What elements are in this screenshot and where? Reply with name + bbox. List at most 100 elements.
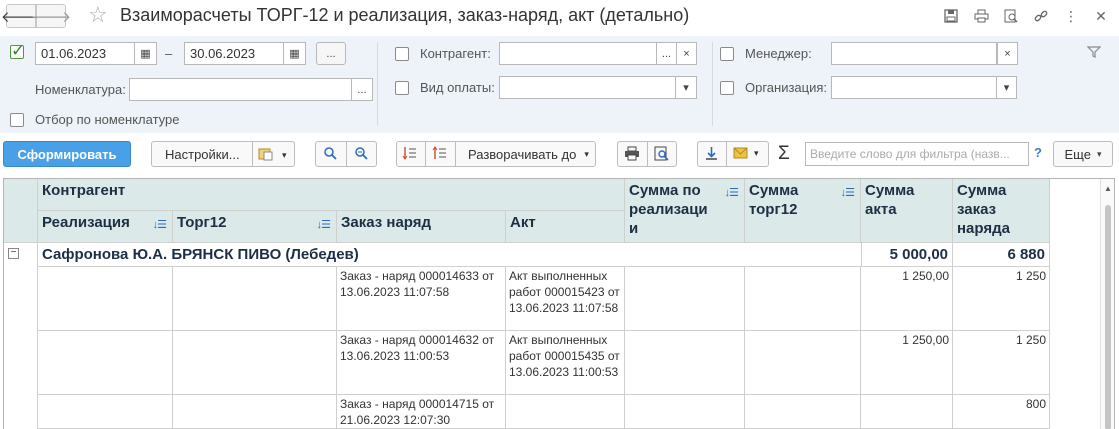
header-summa-realizacii[interactable]: Сумма по реализаци и ↓☰ xyxy=(625,179,745,243)
window-title: Взаиморасчеты ТОРГ-12 и реализация, зака… xyxy=(120,5,690,25)
row-1-realizaciya[interactable] xyxy=(38,267,173,331)
header-realizaciya[interactable]: Реализация ↓☰ xyxy=(38,211,173,243)
kontragent-checkbox[interactable] xyxy=(395,47,409,61)
kontragent-field[interactable] xyxy=(499,42,657,65)
filter-panel: 01.06.2023 ▦ – 30.06.2023 ▦ ... Номенкла… xyxy=(0,36,1119,133)
row-3-torg12[interactable] xyxy=(173,395,337,429)
header-zakaz-naryad[interactable]: Заказ наряд xyxy=(337,211,506,243)
filter-separator xyxy=(712,42,713,126)
row-2-summa-akta: 1 250,00 xyxy=(861,331,953,395)
row-1-torg12[interactable] xyxy=(173,267,337,331)
row-3-zakaz-naryad[interactable]: Заказ - наряд 000014715 от 21.06.2023 12… xyxy=(337,395,506,429)
row-1-zakaz-naryad[interactable]: Заказ - наряд 000014633 от 13.06.2023 11… xyxy=(337,267,506,331)
folder-icon xyxy=(258,146,274,164)
header-summa-akta[interactable]: Сумма акта xyxy=(861,179,953,243)
row-2-summa-realizacii xyxy=(625,331,745,395)
toolbar-separator xyxy=(252,141,253,167)
favorite-star-icon[interactable]: ☆ xyxy=(88,2,108,28)
row-2-akt[interactable]: Акт выполненных работ 000015435 от 13.06… xyxy=(506,331,625,395)
scroll-thumb[interactable] xyxy=(1105,205,1111,429)
row-2-torg12[interactable] xyxy=(173,331,337,395)
send-email-button[interactable]: ▾ xyxy=(733,147,759,159)
kontragent-select-button[interactable]: ... xyxy=(656,42,677,65)
find-button[interactable] xyxy=(323,146,337,163)
chevron-down-icon: ▾ xyxy=(1096,148,1102,159)
variant-menu-button[interactable]: ▾ xyxy=(258,146,287,164)
row-1-summa-realizacii xyxy=(625,267,745,331)
help-button[interactable]: ? xyxy=(1034,145,1042,160)
filter-separator xyxy=(377,42,378,126)
chevron-down-icon: ▾ xyxy=(683,82,689,94)
expand-to-label: Разворачивать до xyxy=(468,147,577,162)
row-1-akt[interactable]: Акт выполненных работ 000015423 от 13.06… xyxy=(506,267,625,331)
search-input[interactable]: Введите слово для фильтра (назв... xyxy=(805,142,1029,166)
date-from-field[interactable]: 01.06.2023 xyxy=(35,42,135,65)
nomenclature-field[interactable] xyxy=(129,78,352,101)
date-to-calendar-button[interactable]: ▦ xyxy=(283,42,306,65)
payment-type-dropdown-button[interactable]: ▾ xyxy=(675,76,697,99)
manager-checkbox[interactable] xyxy=(720,47,734,61)
kontragent-clear-button[interactable]: × xyxy=(676,42,697,65)
header-akt[interactable]: Акт xyxy=(506,211,625,243)
header-torg12[interactable]: Торг12 ↓☰ xyxy=(173,211,337,243)
sort-desc-icon: ↓☰ xyxy=(152,219,167,231)
preview-icon[interactable] xyxy=(1001,6,1021,26)
scroll-up-icon[interactable]: ▲ xyxy=(1104,184,1112,193)
collapse-group-toggle[interactable]: − xyxy=(8,248,19,259)
expand-all-button[interactable] xyxy=(432,145,448,164)
row-3-realizaciya[interactable] xyxy=(38,395,173,429)
print-icon xyxy=(625,146,639,161)
generate-button[interactable]: Сформировать xyxy=(3,141,131,167)
nomenclature-label: Номенклатура: xyxy=(35,82,126,97)
manager-label: Менеджер: xyxy=(745,46,812,61)
calendar-icon: ▦ xyxy=(289,48,300,60)
date-to-field[interactable]: 30.06.2023 xyxy=(184,42,284,65)
date-from-calendar-button[interactable]: ▦ xyxy=(134,42,157,65)
manager-clear-button[interactable]: × xyxy=(997,42,1018,65)
close-icon[interactable]: ✕ xyxy=(1091,6,1111,26)
row-3-summa-zakaz-naryada: 800 xyxy=(953,395,1050,429)
more-vertical-icon[interactable]: ⋮ xyxy=(1061,6,1081,26)
more-button[interactable]: Еще ▾ xyxy=(1053,141,1113,167)
organization-label: Организация: xyxy=(745,80,828,95)
save-icon[interactable] xyxy=(941,6,961,26)
organization-field[interactable] xyxy=(831,76,997,99)
nomenclature-select-button[interactable]: ... xyxy=(351,78,373,101)
chevron-down-icon: ▾ xyxy=(584,149,589,159)
find-reset-button[interactable] xyxy=(354,146,368,163)
header-kontragent[interactable]: Контрагент xyxy=(38,179,625,211)
print-icon[interactable] xyxy=(971,6,991,26)
print-button[interactable] xyxy=(624,146,640,164)
nomenclature-filter-checkbox[interactable] xyxy=(10,113,24,127)
save-to-file-button[interactable] xyxy=(704,146,719,164)
row-3-akt[interactable] xyxy=(506,395,625,429)
period-checkbox[interactable] xyxy=(10,41,25,61)
row-2-realizaciya[interactable] xyxy=(38,331,173,395)
header-tree-column xyxy=(4,179,38,243)
expand-to-button[interactable]: Разворачивать до ▾ xyxy=(468,147,589,162)
forward-button[interactable]: 🡒 xyxy=(31,4,71,28)
link-icon[interactable] xyxy=(1031,6,1051,26)
header-label: Сумма торг12 xyxy=(749,182,799,218)
row-1-summa-zakaz-naryada: 1 250 xyxy=(953,267,1050,331)
header-summa-zakaz-naryada[interactable]: Сумма заказ наряда xyxy=(953,179,1050,243)
row-1-summa-torg12 xyxy=(745,267,861,331)
payment-type-field[interactable] xyxy=(499,76,676,99)
vertical-scrollbar[interactable]: ▲ xyxy=(1100,179,1114,429)
period-select-button[interactable]: ... xyxy=(316,42,346,65)
organization-checkbox[interactable] xyxy=(720,81,734,95)
print-preview-button[interactable] xyxy=(654,146,669,164)
group-row-kontragent[interactable]: Сафронова Ю.А. БРЯНСК ПИВО (Лебедев) xyxy=(38,243,861,267)
settings-label: Настройки... xyxy=(165,146,240,162)
header-label: Реализация xyxy=(42,214,130,231)
row-2-zakaz-naryad[interactable]: Заказ - наряд 000014632 от 13.06.2023 11… xyxy=(337,331,506,395)
manager-field[interactable] xyxy=(831,42,997,65)
filter-funnel-icon[interactable] xyxy=(1086,45,1102,62)
header-summa-torg12[interactable]: Сумма торг12 ↓☰ xyxy=(745,179,861,243)
title-actions: ⋮ ✕ xyxy=(941,6,1111,26)
sum-icon[interactable]: Σ xyxy=(778,143,790,165)
payment-type-checkbox[interactable] xyxy=(395,81,409,95)
sort-desc-icon: ↓☰ xyxy=(724,187,739,199)
collapse-all-button[interactable] xyxy=(402,145,418,164)
organization-dropdown-button[interactable]: ▾ xyxy=(996,76,1017,99)
